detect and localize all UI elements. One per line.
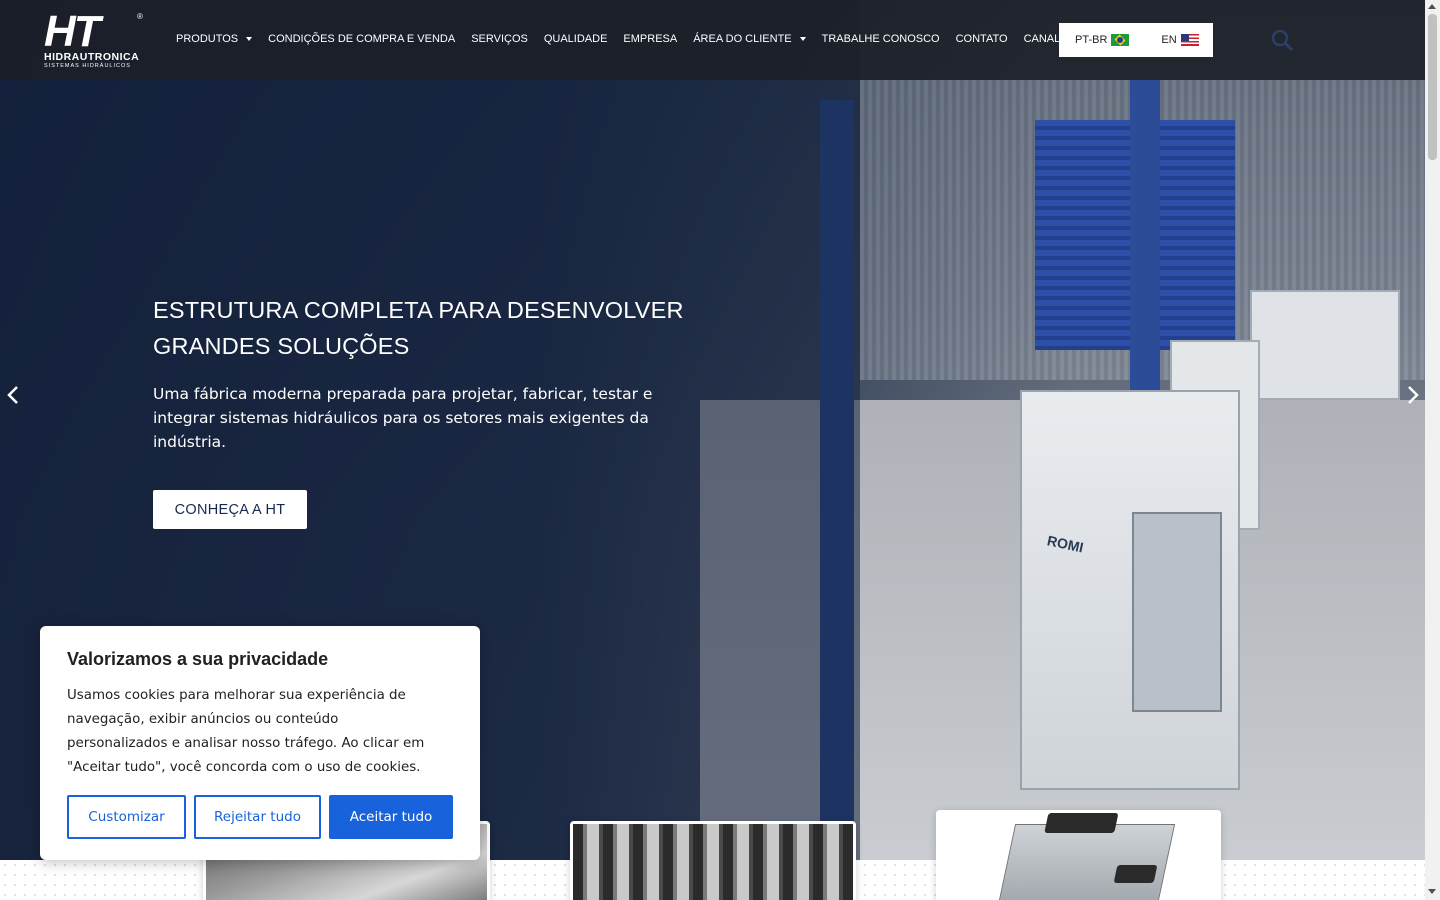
nav-label: CONTATO <box>955 33 1008 45</box>
accept-all-button[interactable]: Aceitar tudo <box>329 795 453 839</box>
lang-label: PT-BR <box>1075 34 1108 46</box>
site-header: HT ® HIDRAUTRONICA SISTEMAS HIDRÁULICOS … <box>0 0 1425 80</box>
nav-label: TRABALHE CONOSCO <box>821 33 940 45</box>
chevron-right-icon[interactable] <box>1404 384 1422 406</box>
caret-down-icon <box>799 37 806 41</box>
nav-label: QUALIDADE <box>543 33 608 45</box>
us-flag-icon <box>1180 34 1199 46</box>
brazil-flag-icon <box>1111 34 1130 46</box>
nav-item-condicoes[interactable]: CONDIÇÕES DE COMPRA E VENDA <box>268 30 455 48</box>
nav-item-empresa[interactable]: EMPRESA <box>623 30 677 48</box>
feature-card[interactable] <box>570 821 856 900</box>
scroll-thumb[interactable] <box>1428 14 1437 160</box>
logo-subtitle: SISTEMAS HIDRÁULICOS <box>44 63 131 69</box>
hydraulic-manifold-image <box>996 824 1176 900</box>
hero-title-line: GRANDES SOLUÇÕES <box>153 333 410 359</box>
nav-label: SERVIÇOS <box>471 33 528 45</box>
card-image <box>573 824 853 900</box>
cookie-text: Usamos cookies para melhorar sua experiê… <box>67 688 425 775</box>
registered-mark: ® <box>137 12 143 21</box>
logo-mark: HT <box>44 7 101 56</box>
machine-brand: ROMI <box>1045 532 1085 556</box>
nav-item-qualidade[interactable]: QUALIDADE <box>544 30 608 48</box>
lang-label: EN <box>1161 34 1177 46</box>
about-ht-button[interactable]: CONHEÇA A HT <box>153 490 307 529</box>
hero-description: Uma fábrica moderna preparada para proje… <box>153 385 653 451</box>
nav-item-contato[interactable]: CONTATO <box>956 30 1008 48</box>
nav-label: PRODUTOS <box>176 33 239 45</box>
nav-label: CONDIÇÕES DE COMPRA E VENDA <box>268 33 456 45</box>
feature-card[interactable] <box>936 810 1221 900</box>
nav-item-area-cliente[interactable]: ÁREA DO CLIENTE <box>693 30 806 48</box>
cnc-machine: ROMI <box>1020 390 1240 790</box>
nav-item-produtos[interactable]: PRODUTOS <box>176 30 253 48</box>
machine-door <box>1132 512 1222 712</box>
nav-label: EMPRESA <box>623 33 678 45</box>
logo-name: HIDRAUTRONICA <box>44 51 140 63</box>
cnc-machine <box>1250 290 1400 400</box>
caret-down-icon <box>246 37 253 41</box>
nav-item-trabalhe-conosco[interactable]: TRABALHE CONOSCO <box>822 30 940 48</box>
page-scrollbar[interactable] <box>1425 0 1440 900</box>
main-nav: PRODUTOS CONDIÇÕES DE COMPRA E VENDA SER… <box>176 30 1162 48</box>
hero-title: ESTRUTURA COMPLETA PARA DESENVOLVER GRAN… <box>153 292 713 364</box>
lang-option-en[interactable]: EN <box>1161 34 1199 46</box>
scroll-down-icon[interactable] <box>1428 889 1436 894</box>
nav-item-servicos[interactable]: SERVIÇOS <box>471 30 528 48</box>
reject-all-button[interactable]: Rejeitar tudo <box>194 795 321 839</box>
steel-beam <box>1130 80 1160 410</box>
scroll-up-icon[interactable] <box>1428 4 1436 9</box>
customize-button[interactable]: Customizar <box>67 795 186 839</box>
card-image <box>936 810 1221 900</box>
ht-logo[interactable]: HT ® HIDRAUTRONICA SISTEMAS HIDRÁULICOS <box>44 7 144 70</box>
cookie-title: Valorizamos a sua privacidade <box>67 649 329 669</box>
language-switcher: PT-BR EN <box>1059 23 1213 57</box>
chevron-left-icon[interactable] <box>4 384 22 406</box>
cookie-buttons: Customizar Rejeitar tudo Aceitar tudo <box>67 795 453 839</box>
nav-label: ÁREA DO CLIENTE <box>693 33 792 45</box>
lang-option-pt-br[interactable]: PT-BR <box>1075 34 1130 46</box>
cookie-consent-banner: Valorizamos a sua privacidade Usamos coo… <box>40 626 480 860</box>
hero-title-line: ESTRUTURA COMPLETA PARA DESENVOLVER <box>153 297 684 323</box>
search-icon[interactable] <box>1270 28 1294 52</box>
